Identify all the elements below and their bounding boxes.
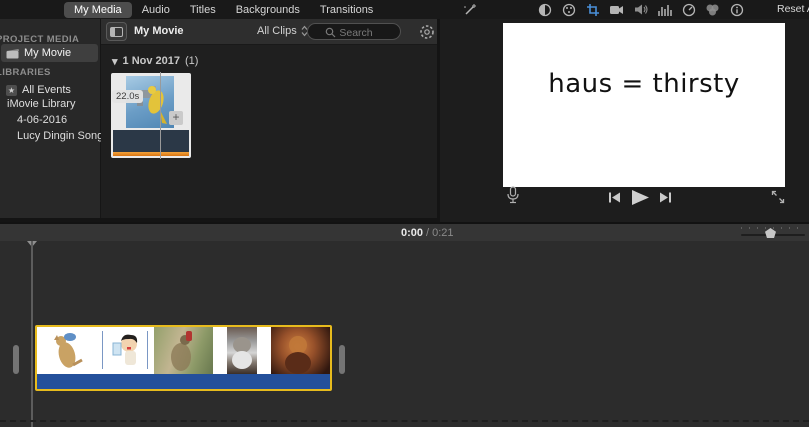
voiceover-mic-icon[interactable] — [506, 186, 520, 205]
sidebar-item-my-movie[interactable]: My Movie — [1, 44, 98, 62]
search-input[interactable] — [308, 24, 404, 41]
total-duration: 0:21 — [432, 227, 453, 239]
timeline-toolbar: 0:00/0:21 — [0, 222, 809, 241]
skimmer-playhead[interactable] — [160, 72, 161, 159]
timeline-bottom-divider — [0, 420, 809, 422]
filmstrip-frame-2 — [96, 327, 155, 374]
previous-frame-button[interactable] — [608, 191, 621, 204]
trim-handle-left[interactable] — [13, 345, 19, 374]
color-correction-icon[interactable] — [561, 2, 576, 17]
clip-group-header[interactable]: ▾ 1 Nov 2017 (1) — [112, 55, 198, 68]
filmstrip-frame-1 — [37, 327, 96, 374]
filmstrip-frame-4 — [213, 327, 272, 374]
browser-header: My Movie All Clips — [101, 19, 437, 45]
disclosure-triangle-icon[interactable]: ▾ — [112, 55, 118, 68]
add-to-timeline-button[interactable]: + — [169, 111, 183, 125]
transport-controls — [608, 189, 672, 206]
volume-icon[interactable] — [633, 2, 648, 17]
clip-filmstrip — [37, 327, 330, 374]
media-browser: My Movie All Clips ▾ 1 Nov 2017 (1) — [101, 19, 437, 218]
timeline-clip-selected[interactable] — [35, 325, 332, 391]
play-button[interactable] — [630, 189, 650, 206]
viewer-adjust-toolbar — [537, 2, 744, 17]
sidebar-item-lucy-dingin-song[interactable]: Lucy Dingin Song — [17, 130, 103, 142]
info-icon[interactable] — [729, 2, 744, 17]
imovie-window: My Media Audio Titles Backgrounds Transi… — [0, 0, 809, 427]
speed-icon[interactable] — [681, 2, 696, 17]
color-balance-icon[interactable] — [537, 2, 552, 17]
sidebar-item-label: My Movie — [24, 47, 71, 59]
sidebar-item-all-events[interactable]: ★ All Events — [1, 81, 98, 99]
timeline-pane — [0, 241, 809, 427]
tab-backgrounds[interactable]: Backgrounds — [226, 2, 310, 18]
star-icon: ★ — [6, 85, 17, 96]
noise-reduction-icon[interactable] — [657, 2, 672, 17]
time-separator: / — [423, 227, 432, 239]
sidebar-item-imovie-library[interactable]: iMovie Library — [7, 98, 75, 110]
media-tabbar: My Media Audio Titles Backgrounds Transi… — [0, 0, 809, 19]
clip-filter-icon[interactable] — [705, 2, 720, 17]
stabilization-camera-icon[interactable] — [609, 2, 624, 17]
group-date: 1 Nov 2017 — [123, 55, 180, 68]
group-count: (1) — [185, 55, 198, 68]
clip-filter-label: All Clips — [257, 25, 297, 37]
filmstrip-frame-5 — [271, 327, 330, 374]
tab-audio[interactable]: Audio — [132, 2, 180, 18]
clip-audio-waveform — [113, 130, 189, 156]
crop-icon[interactable] — [585, 2, 600, 17]
tab-my-media[interactable]: My Media — [64, 2, 132, 18]
tab-transitions[interactable]: Transitions — [310, 2, 383, 18]
libraries-sidebar: PROJECT MEDIA My Movie LIBRARIES ★ All E… — [0, 19, 101, 218]
reset-all-button[interactable]: Reset All — [777, 3, 809, 15]
viewer-canvas: haus = thirsty — [503, 23, 785, 187]
viewer-pane: haus = thirsty — [440, 19, 809, 222]
next-frame-button[interactable] — [659, 191, 672, 204]
zoom-slider-thumb[interactable] — [765, 228, 776, 238]
search-field[interactable] — [307, 23, 401, 40]
settings-icon[interactable] — [419, 24, 435, 40]
sidebar-item-label: All Events — [22, 84, 71, 96]
title-card-text: haus = thirsty — [503, 69, 785, 99]
clip-duration-badge: 22.0s — [112, 90, 143, 103]
clapboard-icon — [6, 48, 19, 59]
current-time: 0:00 — [401, 227, 423, 239]
filmstrip-frame-3 — [154, 327, 213, 374]
zoom-slider-ticks — [741, 227, 805, 229]
browser-clip[interactable]: 22.0s + — [111, 73, 191, 158]
time-counter: 0:00/0:21 — [401, 227, 454, 239]
playhead-line[interactable] — [31, 241, 33, 427]
browser-title: My Movie — [134, 25, 184, 37]
sidebar-toggle-button[interactable] — [106, 22, 127, 41]
fullscreen-icon[interactable] — [770, 189, 786, 205]
libraries-heading: LIBRARIES — [0, 67, 51, 78]
enhance-wand-icon[interactable] — [462, 2, 477, 17]
clip-filter-dropdown[interactable]: All Clips — [257, 25, 308, 37]
tab-titles[interactable]: Titles — [180, 2, 226, 18]
trim-handle-right[interactable] — [339, 345, 345, 374]
clip-audio-track — [37, 374, 330, 389]
sidebar-item-4-06-2016[interactable]: 4-06-2016 — [17, 114, 67, 126]
